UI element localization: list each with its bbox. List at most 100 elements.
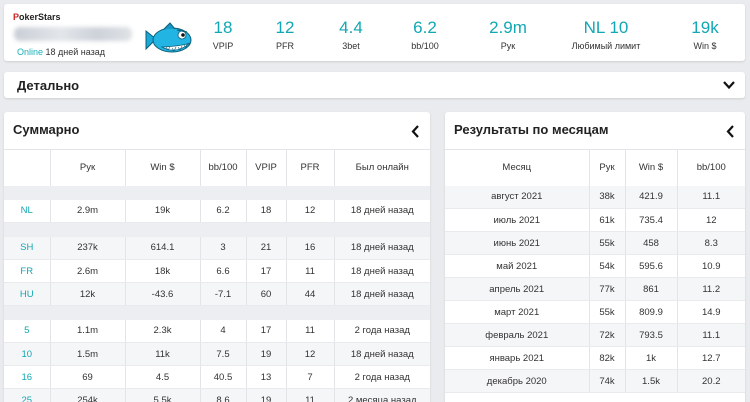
cell: 11k [124,342,200,366]
monthly-table: Месяц Рук Win $ bb/100 август 2021 38k 421… [445,149,745,393]
column-header[interactable]: PFR [285,149,334,186]
cell: 82k [588,346,625,370]
cell: 11.1 [676,185,745,209]
stat-label: Win $ [693,41,717,51]
row-key[interactable]: NL [4,199,50,223]
table-row: HU 12k -43.6 -7.1 60 44 18 дней назад [4,282,430,306]
cell: 12.7 [676,346,745,370]
cell: 44 [285,282,334,306]
column-header[interactable]: Месяц [445,149,589,186]
cell: 421.9 [624,185,677,209]
cell: 7 [285,365,334,389]
stat-label: Рук [500,41,516,51]
column-header[interactable]: Рук [49,149,125,186]
cell: 614.1 [124,236,200,260]
cell: 809.9 [624,300,677,324]
cell: 861 [624,277,677,301]
cell: 8.6 [199,388,246,402]
cell-month: июль 2021 [445,208,589,232]
cell: 237k [49,236,125,260]
column-header[interactable]: bb/100 [199,149,246,186]
table-row: NL 2.9m 19k 6.2 18 12 18 дней назад [4,199,430,223]
cell: 11.1 [676,323,745,347]
stat-bb100: 6.2 bb/100 [385,18,465,51]
cell: 595.6 [624,254,677,278]
detail-section-toggle[interactable]: Детально [4,72,745,98]
cell: 74k [588,369,625,393]
group-separator [4,305,430,320]
cell: 17 [245,259,286,283]
cell: -7.1 [199,282,246,306]
online-label: Online [17,47,44,57]
cell: 2.9m [49,199,125,223]
chevron-down-icon[interactable] [723,80,735,90]
table-row: 5 1.1m 2.3k 4 17 11 2 года назад [4,319,430,343]
cell: 793.5 [624,323,677,347]
cell: 11 [285,388,334,402]
cell-month: март 2021 [445,300,589,324]
online-status: Online 18 дней назад [17,47,105,57]
cell: 3 [199,236,246,260]
cell: 5.5k [124,388,200,402]
row-key[interactable]: HU [4,282,50,306]
cell: 18 дней назад [333,199,430,223]
stat-value: 6.2 [413,18,437,37]
stat-favorite-limit: NL 10 Любимый лимит [566,18,646,51]
table-row: 25 254k 5.5k 8.6 19 11 2 месяца назад [4,388,430,402]
cell: 14.9 [676,300,745,324]
column-header[interactable]: Win $ [624,149,677,186]
cell: 1.5m [49,342,125,366]
stat-label: bb/100 [411,41,439,51]
column-header[interactable]: bb/100 [676,149,745,186]
column-header[interactable]: Рук [588,149,625,186]
chevron-left-icon[interactable] [726,125,735,138]
row-key[interactable]: 25 [4,388,50,402]
cell: 4 [199,319,246,343]
cell: 16 [285,236,334,260]
row-key[interactable]: 10 [4,342,50,366]
row-key[interactable]: 5 [4,319,50,343]
cell: 12k [49,282,125,306]
cell: 19 [245,342,286,366]
column-header[interactable]: VPIP [245,149,286,186]
cell: 19k [124,199,200,223]
cell: 18 дней назад [333,259,430,283]
cell-month: декабрь 2020 [445,369,589,393]
column-header[interactable]: Был онлайн [333,149,430,186]
cell: 12 [676,208,745,232]
pokerstars-logo: PokerStars [13,12,61,22]
chevron-left-icon[interactable] [411,125,420,138]
cell: 2.3k [124,319,200,343]
cell: 17 [245,319,286,343]
cell: 7.5 [199,342,246,366]
row-key[interactable]: FR [4,259,50,283]
row-key[interactable]: 16 [4,365,50,389]
cell: 6.6 [199,259,246,283]
summary-title: Суммарно [13,122,80,137]
cell-month: июнь 2021 [445,231,589,255]
table-row: январь 2021 82k 1k 12.7 [445,346,745,370]
stat-hands: 2.9m Рук [468,18,548,51]
player-name-blurred [14,27,132,41]
cell: 18 дней назад [333,342,430,366]
cell: 11 [285,259,334,283]
cell: 12 [285,199,334,223]
cell-month: август 2021 [445,185,589,209]
cell-month: май 2021 [445,254,589,278]
column-header[interactable]: Win $ [124,149,200,186]
stat-value: 19k [691,18,719,37]
cell-month: январь 2021 [445,346,589,370]
cell: 21 [245,236,286,260]
row-key[interactable]: SH [4,236,50,260]
cell: 2 года назад [333,319,430,343]
stat-value: 4.4 [339,18,363,37]
table-row: июль 2021 61k 735.4 12 [445,208,745,232]
table-row: июнь 2021 55k 458 8.3 [445,231,745,255]
cell: 61k [588,208,625,232]
cell: 11.2 [676,277,745,301]
cell: 458 [624,231,677,255]
cell: 1k [624,346,677,370]
cell: 10.9 [676,254,745,278]
cell: 4.5 [124,365,200,389]
cell: 2.6m [49,259,125,283]
